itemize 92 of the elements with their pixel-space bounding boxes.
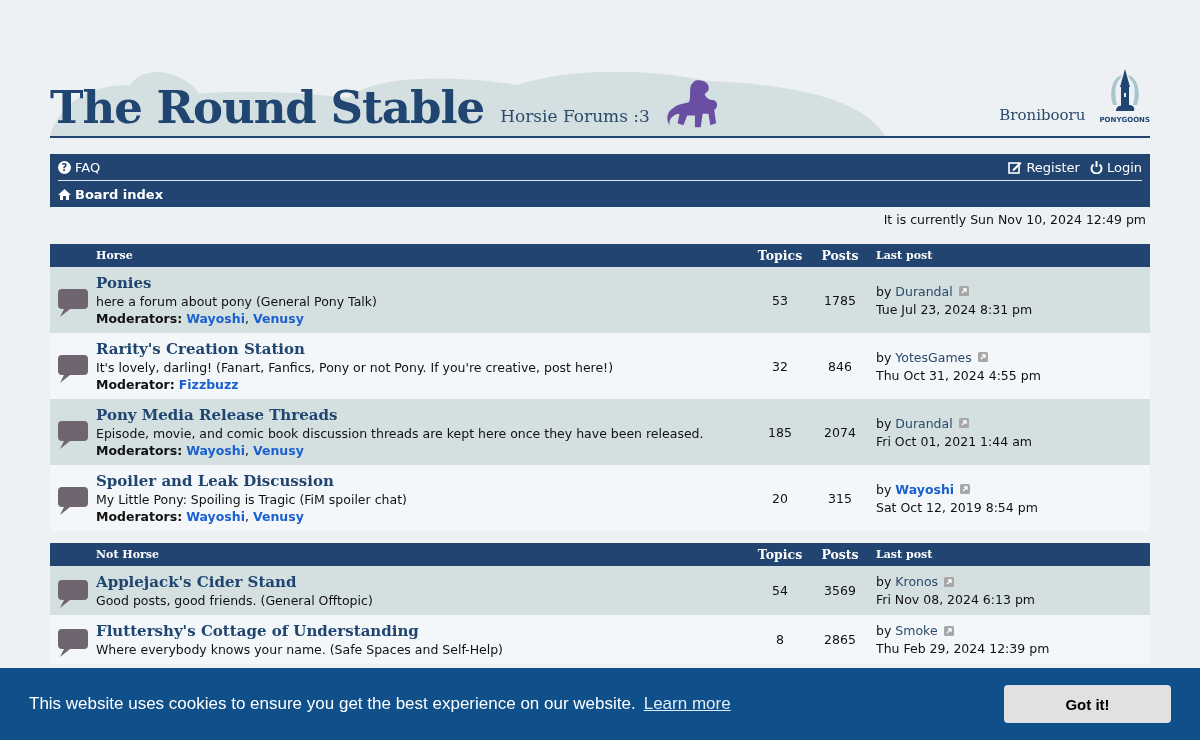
login-link[interactable]: Login (1089, 159, 1142, 175)
forum-description: My Little Pony: Spoiling is Tragic (FiM spoiler chat) (96, 492, 408, 507)
list-separator: , (245, 509, 249, 524)
column-header: Posts (820, 248, 860, 263)
go-to-post-icon[interactable] (977, 352, 988, 362)
forum-description: here a forum about pony (General Pony Talk) (96, 294, 378, 309)
author-link[interactable]: Kronos (895, 574, 939, 589)
posts-count: 846 (827, 358, 853, 374)
column-header: Topics (756, 248, 804, 263)
moderator-link[interactable]: Venusy (252, 311, 304, 326)
forum-description: Good posts, good friends. (General Offtopic) (96, 593, 374, 608)
column-header: Posts (820, 547, 860, 562)
forum-title[interactable]: Applejack's Cider Stand (96, 573, 750, 591)
last-post-date: Tue Jul 23, 2024 8:31 pm (876, 301, 1034, 317)
faq-link[interactable]: ? FAQ (58, 159, 101, 175)
forum-title[interactable]: Fluttershy's Cottage of Understanding (96, 622, 750, 640)
author-link[interactable]: Durandal (895, 415, 953, 431)
moderator-link[interactable]: Wayoshi (186, 443, 245, 458)
go-to-post-icon[interactable] (943, 625, 954, 636)
posts-count: 1785 (823, 292, 857, 308)
forum-title[interactable]: Ponies (96, 274, 750, 292)
moderator-link[interactable]: Fizzbuzz (178, 377, 239, 392)
topics-count: 53 (771, 292, 789, 308)
speech-bubble-icon (58, 355, 88, 383)
site-tagline: Horsie Forums :3 (500, 106, 650, 128)
forum-title[interactable]: Spoiler and Leak Discussion (96, 472, 750, 490)
by-label: by (876, 623, 892, 638)
last-post-date: Fri Nov 08, 2024 6:13 pm (876, 592, 1037, 607)
learn-more-link[interactable]: Learn more (643, 694, 731, 714)
topics-count: 20 (771, 490, 789, 506)
list-separator: , (245, 311, 249, 326)
edit-icon (1008, 160, 1023, 174)
last-post-date: Thu Oct 31, 2024 4:55 pm (876, 367, 1042, 383)
by-label: by (876, 574, 892, 589)
go-to-post-icon[interactable] (958, 418, 969, 428)
category-title[interactable]: Horse (50, 249, 750, 262)
moderator-link[interactable]: Wayoshi (186, 311, 245, 326)
forum-title[interactable]: Rarity's Creation Station (96, 340, 750, 358)
site-title[interactable]: The Round Stable (50, 85, 485, 130)
author-link[interactable]: Wayoshi (895, 481, 955, 497)
forum-description: Where everybody knows your name. (Safe Spaces and Self-Help) (96, 642, 504, 657)
home-icon (58, 188, 71, 200)
forum-description: Episode, movie, and comic book discussion threads are kept here once they have been released. (96, 426, 705, 441)
moderators-label: Moderators: (96, 311, 183, 326)
list-separator: , (245, 443, 249, 458)
moderator-link[interactable]: Wayoshi (186, 509, 245, 524)
speech-bubble-icon (58, 421, 88, 449)
by-label: by (876, 415, 892, 431)
last-post-date: Fri Oct 01, 2021 1:44 am (876, 433, 1033, 449)
cookie-message: This website uses cookies to ensure you get the best experience on our website. (29, 694, 636, 714)
posts-count: 2074 (823, 424, 857, 440)
topics-count: 32 (771, 358, 789, 374)
current-time: It is currently Sun Nov 10, 2024 12:49 pm (882, 211, 1147, 229)
help-icon: ? (58, 160, 71, 174)
last-post-date: Sat Oct 12, 2019 8:54 pm (876, 499, 1039, 515)
moderator-link[interactable]: Venusy (252, 443, 304, 458)
speech-bubble-icon (58, 579, 88, 608)
go-to-post-icon[interactable] (944, 576, 955, 587)
author-link[interactable]: Smoke (895, 623, 938, 638)
column-header: Last post (875, 249, 934, 262)
got-it-button[interactable]: Got it! (1004, 685, 1171, 723)
speech-bubble-icon (58, 487, 88, 515)
bronibooru-link[interactable]: Bronibooru (999, 106, 1086, 124)
by-label: by (876, 283, 892, 299)
topics-count: 185 (767, 424, 793, 440)
power-icon (1089, 160, 1103, 174)
register-link[interactable]: Register (1008, 159, 1080, 175)
go-to-post-icon[interactable] (958, 286, 969, 296)
posts-count: 315 (827, 490, 853, 506)
moderators-label: Moderators: (96, 509, 183, 524)
column-header: Topics (756, 547, 804, 562)
by-label: by (876, 481, 892, 497)
column-header: Last post (875, 548, 934, 561)
author-link[interactable]: Durandal (895, 283, 953, 299)
moderators-label: Moderators: (96, 443, 183, 458)
topics-count: 8 (775, 632, 785, 647)
author-link[interactable]: YotesGames (895, 349, 972, 365)
forum-description: It's lovely, darling! (Fanart, Fanfics, Pony or not Pony. If you're creative, post here!) (96, 360, 614, 375)
topics-count: 54 (771, 583, 789, 598)
by-label: by (876, 349, 892, 365)
speech-bubble-icon (58, 628, 88, 657)
category-title[interactable]: Not Horse (50, 548, 750, 561)
speech-bubble-icon (58, 289, 88, 317)
moderator-link[interactable]: Venusy (252, 509, 304, 524)
posts-count: 2865 (823, 632, 857, 647)
moderators-label: Moderator: (96, 377, 175, 392)
board-index-link[interactable]: Board index (58, 186, 164, 202)
last-post-date: Thu Feb 29, 2024 12:39 pm (876, 641, 1051, 656)
horse-icon (665, 78, 720, 130)
forum-title[interactable]: Pony Media Release Threads (96, 406, 750, 424)
posts-count: 3569 (823, 583, 857, 598)
go-to-post-icon[interactable] (960, 484, 971, 494)
